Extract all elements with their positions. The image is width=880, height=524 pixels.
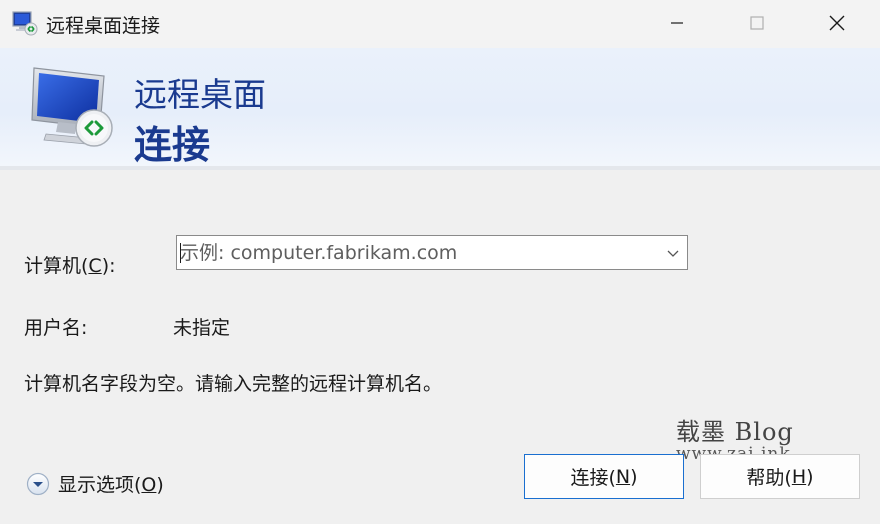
computer-input[interactable] bbox=[177, 236, 655, 269]
minimize-button[interactable] bbox=[648, 0, 706, 46]
connect-button[interactable]: 连接(N) bbox=[524, 454, 684, 499]
window-title: 远程桌面连接 bbox=[46, 15, 161, 37]
monitor-remote-icon bbox=[31, 67, 113, 147]
computer-combobox[interactable] bbox=[176, 235, 688, 270]
title-bar[interactable]: 远程桌面连接 bbox=[0, 0, 880, 48]
banner-title-line2: 连接 bbox=[134, 123, 211, 167]
watermark-title: 载墨 Blog bbox=[676, 418, 794, 446]
minimize-icon bbox=[671, 22, 683, 24]
maximize-button[interactable] bbox=[728, 0, 786, 46]
computer-label: 计算机(C): bbox=[24, 255, 116, 277]
close-icon bbox=[829, 15, 845, 31]
remote-desktop-icon bbox=[12, 11, 38, 36]
chevron-down-icon[interactable] bbox=[665, 245, 681, 261]
username-label: 用户名: bbox=[24, 317, 88, 339]
banner-divider bbox=[0, 166, 880, 170]
show-options-label: 显示选项(O) bbox=[58, 474, 164, 496]
maximize-icon bbox=[750, 16, 764, 30]
banner-title-line1: 远程桌面 bbox=[134, 75, 266, 114]
help-button[interactable]: 帮助(H) bbox=[700, 454, 860, 499]
show-options-toggle[interactable]: 显示选项(O) bbox=[26, 470, 164, 497]
text-caret bbox=[180, 243, 181, 263]
expand-down-icon bbox=[26, 472, 50, 495]
close-button[interactable] bbox=[808, 0, 866, 46]
validation-message: 计算机名字段为空。请输入完整的远程计算机名。 bbox=[24, 373, 443, 395]
username-value: 未指定 bbox=[173, 317, 231, 339]
header-banner bbox=[0, 48, 880, 167]
